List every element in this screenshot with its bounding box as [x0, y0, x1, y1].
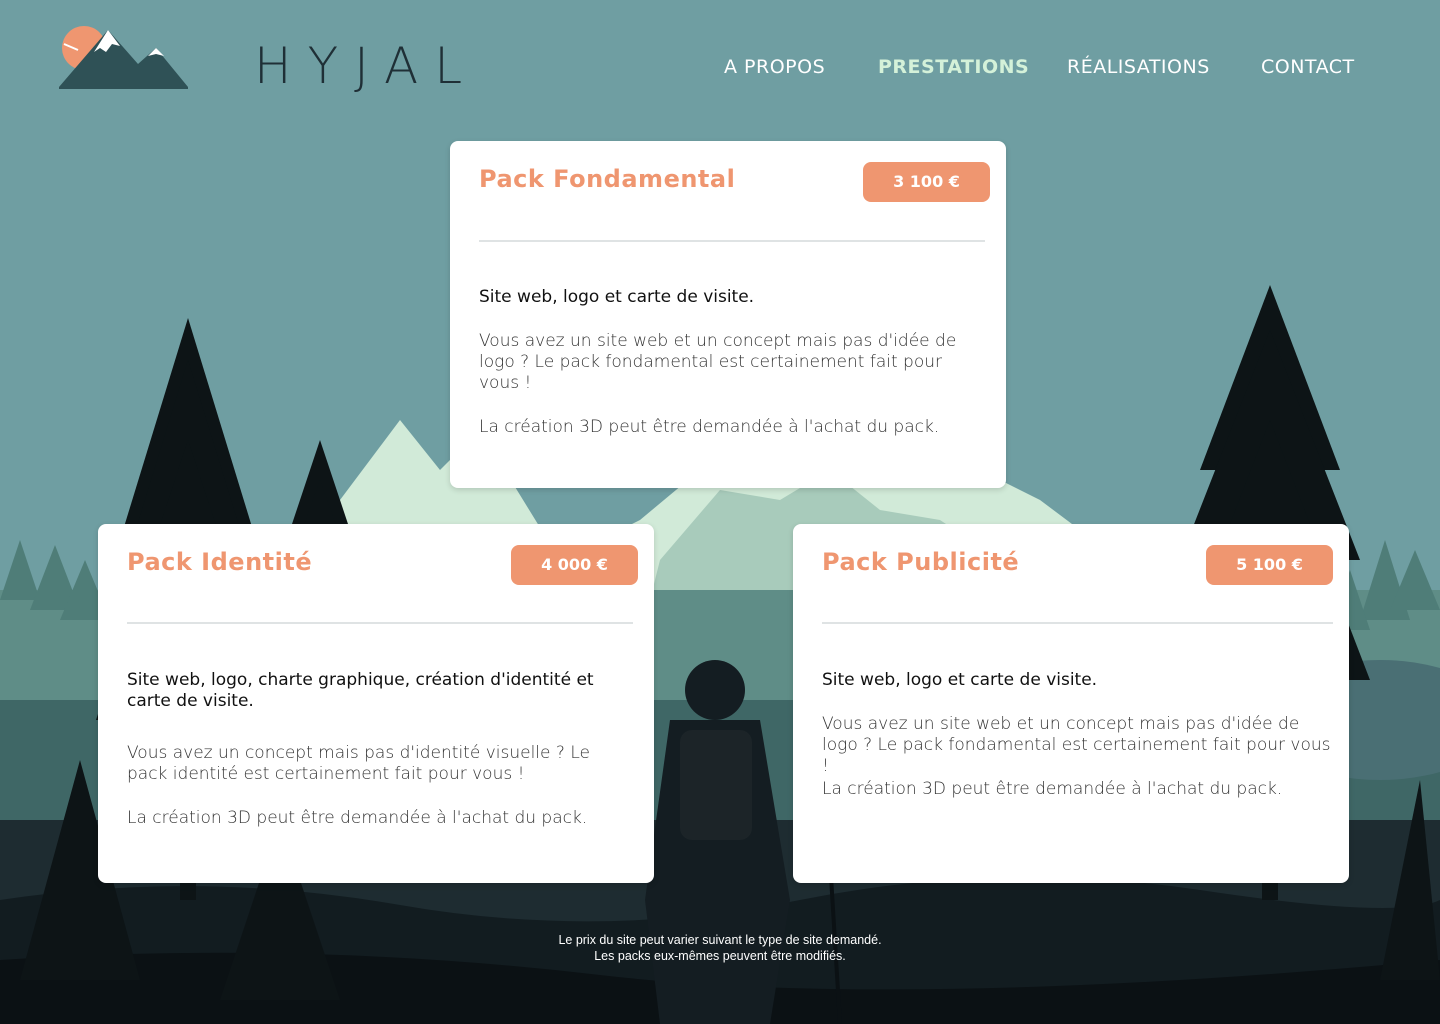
pack-card-fondamental: Pack Fondamental 3 100 € Site web, logo … [450, 141, 1006, 488]
nav-link-a-propos[interactable]: A PROPOS [724, 56, 825, 78]
pack-title: Pack Fondamental [479, 165, 736, 193]
pack-description: Vous avez un site web et un concept mais… [479, 331, 957, 393]
pack-note: La création 3D peut être demandée à l'ac… [127, 808, 588, 828]
footnote-line: Les packs eux-mêmes peuvent être modifié… [594, 949, 846, 963]
pack-note: La création 3D peut être demandée à l'ac… [822, 779, 1283, 799]
card-divider [822, 622, 1333, 624]
pack-description: Vous avez un concept mais pas d'identité… [127, 743, 590, 784]
pack-subtitle: Site web, logo, charte graphique, créati… [127, 670, 594, 711]
pack-card-identite: Pack Identité 4 000 € Site web, logo, ch… [98, 524, 654, 883]
nav-link-realisations[interactable]: RÉALISATIONS [1067, 56, 1210, 78]
site-header: HYJAL A PROPOS PRESTATIONS RÉALISATIONS … [0, 0, 1440, 120]
pack-subtitle: Site web, logo et carte de visite. [822, 670, 1098, 690]
price-footnote: Le prix du site peut varier suivant le t… [0, 932, 1440, 964]
pack-subtitle: Site web, logo et carte de visite. [479, 287, 755, 307]
pack-description: Vous avez un site web et un concept mais… [822, 714, 1331, 776]
pack-note: La création 3D peut être demandée à l'ac… [479, 417, 940, 437]
nav-link-contact[interactable]: CONTACT [1261, 56, 1355, 78]
price-badge[interactable]: 3 100 € [863, 162, 990, 202]
nav-link-prestations[interactable]: PRESTATIONS [878, 56, 1029, 78]
pack-card-publicite: Pack Publicité 5 100 € Site web, logo et… [793, 524, 1349, 883]
price-badge[interactable]: 5 100 € [1206, 545, 1333, 585]
footnote-line: Le prix du site peut varier suivant le t… [558, 933, 882, 947]
price-badge[interactable]: 4 000 € [511, 545, 638, 585]
main-nav: A PROPOS PRESTATIONS RÉALISATIONS CONTAC… [0, 56, 1440, 86]
pack-title: Pack Identité [127, 548, 313, 576]
card-divider [127, 622, 633, 624]
pack-title: Pack Publicité [822, 548, 1020, 576]
card-divider [479, 240, 985, 242]
